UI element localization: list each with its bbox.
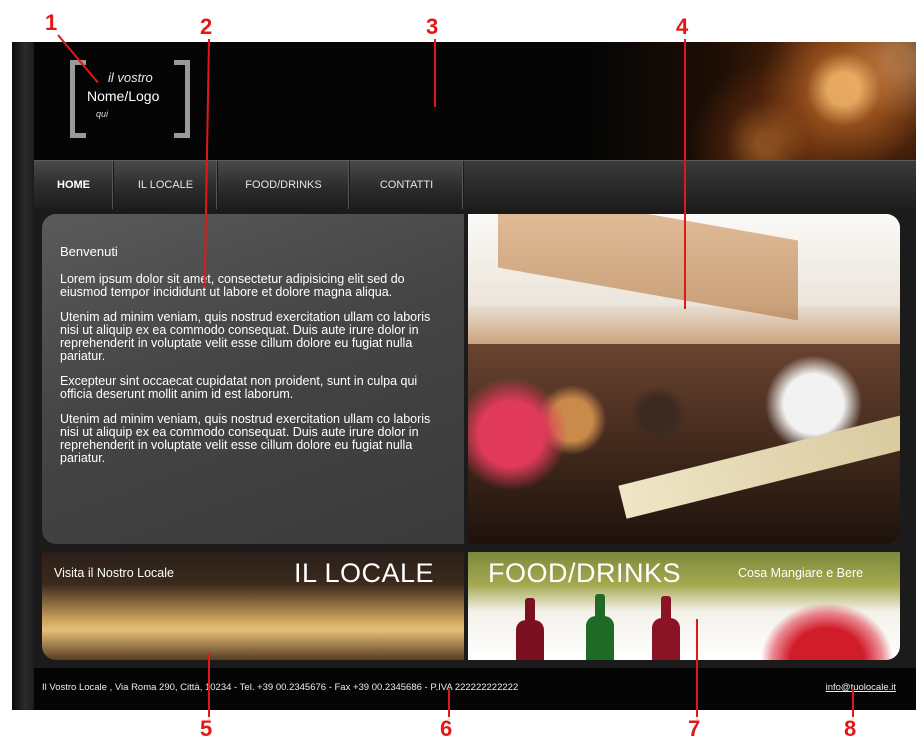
logo-line-3: qui [96, 109, 109, 119]
banner-food-drinks[interactable]: FOOD/DRINKS Cosa Mangiare e Bere [468, 552, 900, 660]
footer: Il Vostro Locale , Via Roma 290, Città, … [34, 668, 916, 710]
header: il vostro Nome/Logo qui [34, 42, 916, 160]
paragraph-4: Utenim ad minim veniam, quis nostrud exe… [60, 412, 431, 465]
banner-food-subtitle: Cosa Mangiare e Bere [738, 566, 864, 580]
callout-line-7 [696, 619, 698, 717]
callout-number-7: 7 [688, 716, 701, 741]
nav-filler [464, 161, 916, 209]
banner-il-locale[interactable]: Visita il Nostro Locale IL LOCALE [42, 552, 464, 660]
footer-address: Il Vostro Locale , Via Roma 290, Città, … [42, 682, 519, 693]
main-navigation: HOME IL LOCALE FOOD/DRINKS CONTATTI [34, 160, 916, 209]
callout-number-2: 2 [200, 14, 213, 39]
callout-number-6: 6 [440, 716, 453, 741]
callout-number-8: 8 [844, 716, 857, 741]
callout-line-3 [434, 39, 436, 107]
logo-line-2: Nome/Logo [87, 88, 160, 104]
nav-item-home[interactable]: HOME [34, 161, 114, 209]
nav-item-food-drinks[interactable]: FOOD/DRINKS [218, 161, 350, 209]
wine-splash-image [762, 604, 892, 660]
callout-line-6 [448, 689, 450, 717]
nav-item-contatti[interactable]: CONTATTI [350, 161, 464, 209]
callout-line-8 [852, 689, 854, 717]
welcome-text-box: Benvenuti Lorem ipsum dolor sit amet, co… [42, 214, 464, 544]
footer-email-link[interactable]: info@tuolocale.it [826, 682, 896, 693]
paragraph-1: Lorem ipsum dolor sit amet, consectetur … [60, 272, 405, 299]
banner-locale-subtitle: Visita il Nostro Locale [54, 566, 174, 580]
callout-number-4: 4 [676, 14, 689, 39]
nav-item-il-locale[interactable]: IL LOCALE [114, 161, 218, 209]
callout-number-3: 3 [426, 14, 439, 39]
callout-number-5: 5 [200, 716, 213, 741]
wine-bottle-image [652, 596, 680, 660]
logo-bracket-left [70, 60, 86, 138]
logo-line-1: il vostro [108, 70, 153, 85]
content-panel: Benvenuti Lorem ipsum dolor sit amet, co… [42, 214, 900, 668]
logo-bracket-right [174, 60, 190, 138]
header-fractal-image [586, 42, 916, 160]
wine-bottle-image [516, 598, 544, 660]
paragraph-3: Excepteur sint occaecat cupidatat non pr… [60, 374, 418, 401]
callout-line-5 [208, 653, 210, 717]
website-mockup: il vostro Nome/Logo qui HOME IL LOCALE F… [12, 42, 916, 710]
callout-number-1: 1 [45, 10, 58, 35]
banner-locale-title: IL LOCALE [294, 558, 435, 588]
callout-line-4 [684, 39, 686, 309]
paragraph-2: Utenim ad minim veniam, quis nostrud exe… [60, 310, 431, 363]
welcome-heading: Benvenuti [60, 244, 118, 259]
banner-food-title: FOOD/DRINKS [488, 558, 682, 588]
wine-bottle-image [586, 594, 614, 660]
